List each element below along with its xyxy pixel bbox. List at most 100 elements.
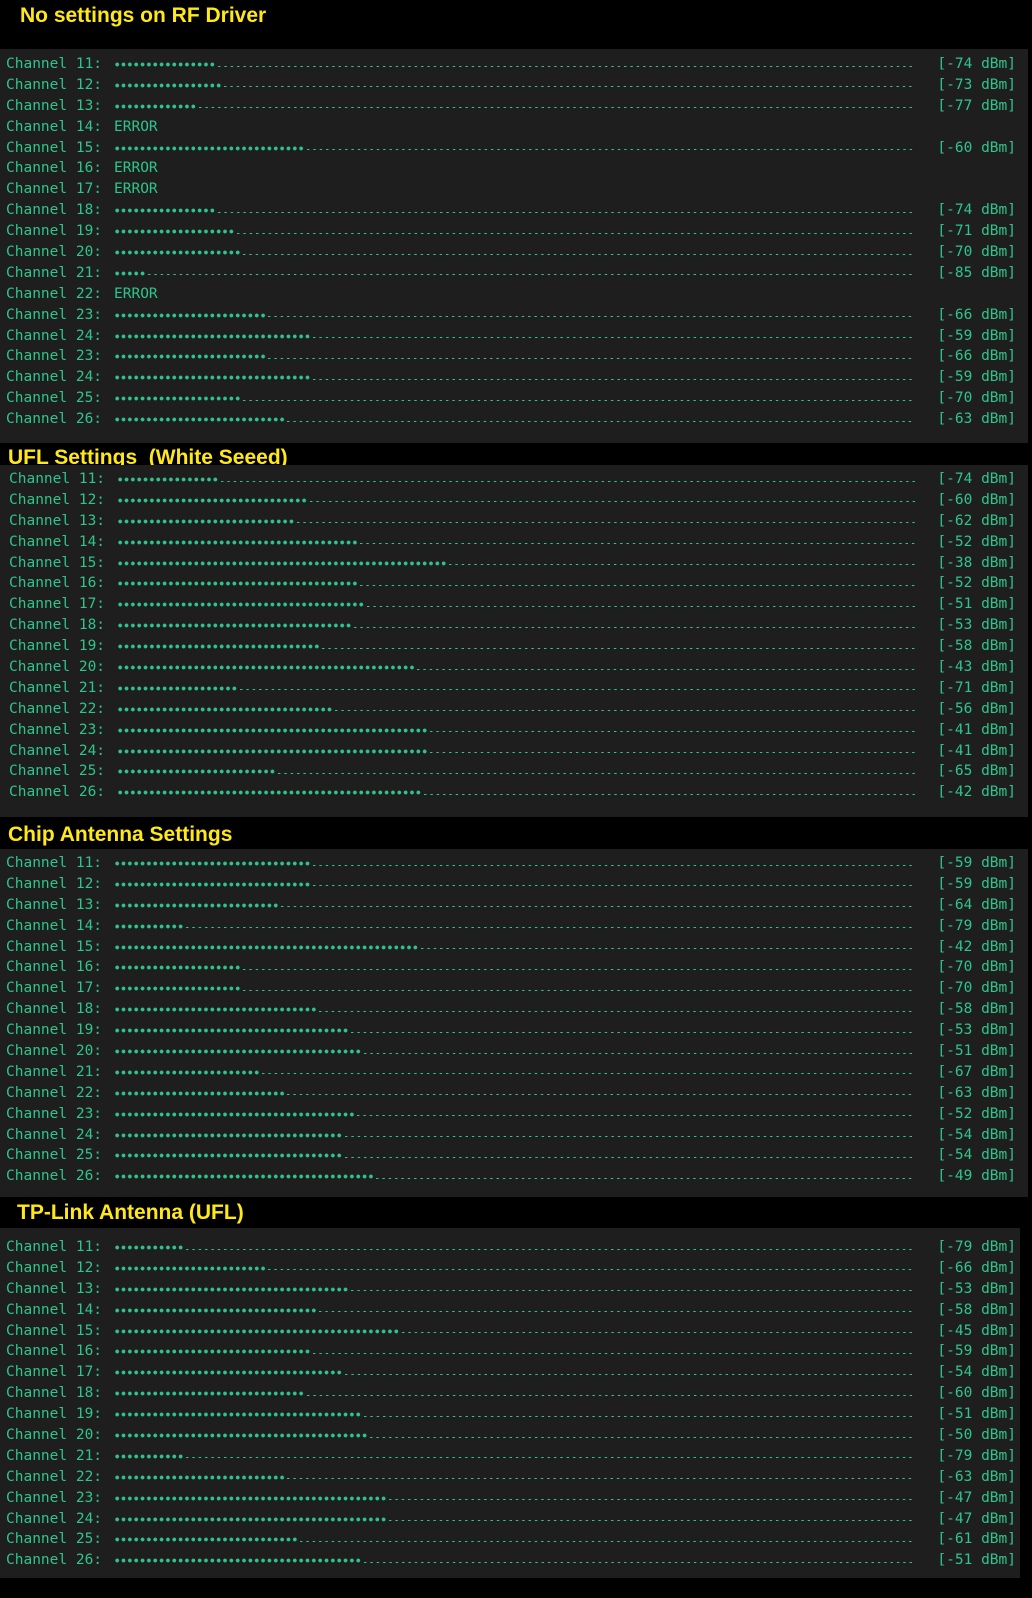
channel-row: Channel 15: [-60 dBm] — [6, 137, 1016, 159]
signal-value: [-74 dBm] — [937, 56, 1016, 72]
signal-bar — [114, 1550, 914, 1572]
channel-label: Channel 11: — [6, 855, 103, 871]
signal-value: [-63 dBm] — [937, 1468, 1016, 1485]
channel-label: Channel 11: — [6, 1239, 103, 1255]
section-title-no-settings: No settings on RF Driver — [20, 4, 267, 27]
signal-value: [-41 dBm] — [937, 742, 1016, 759]
signal-bar-fill — [114, 1529, 299, 1551]
terminal-panel-no-settings: Channel 11: [-74 dBm] Channel 12: [-73 dBm]… — [0, 49, 1028, 443]
signal-value: [-62 dBm] — [937, 512, 1016, 529]
signal-bar-empty — [217, 54, 914, 75]
channel-row: Channel 15: [-38 dBm] — [9, 552, 1016, 574]
signal-value: [-41 dBm] — [937, 721, 1016, 738]
signal-bar-empty — [344, 1362, 914, 1384]
signal-bar — [114, 1445, 914, 1467]
channel-row: Channel 19: [-53 dBm] — [6, 1020, 1016, 1042]
signal-bar-fill — [117, 657, 416, 678]
signal-bar-empty — [217, 200, 914, 222]
signal-bar — [117, 636, 917, 658]
signal-bar-empty — [287, 1466, 914, 1488]
channel-label: Channel 25: — [6, 390, 103, 407]
signal-bar — [117, 531, 917, 553]
channel-label: Channel 20: — [6, 1043, 103, 1060]
channel-row: Channel 18: [-53 dBm] — [9, 615, 1016, 637]
channel-row: Channel 16: [-59 dBm] — [6, 1341, 1016, 1363]
signal-bar — [117, 677, 917, 699]
signal-bar-empty — [353, 615, 917, 637]
channel-label: Channel 22: — [6, 285, 103, 302]
signal-bar-empty — [312, 873, 914, 895]
channel-row: Channel 21: [-85 dBm] — [6, 262, 1016, 284]
channel-row: Channel 11: [-74 dBm] — [6, 54, 1016, 75]
signal-value: [-51 dBm] — [937, 596, 1016, 613]
signal-bar-empty — [322, 636, 917, 658]
signal-bar — [114, 894, 914, 916]
signal-value: [-53 dBm] — [937, 1022, 1016, 1039]
signal-bar-fill — [117, 510, 295, 532]
channel-row: Channel 12: [-59 dBm] — [6, 873, 1016, 895]
signal-bar-empty — [363, 1404, 914, 1426]
signal-bar-fill — [114, 1404, 362, 1426]
signal-bar-empty — [287, 409, 914, 431]
channel-row: Channel 16: ERROR — [6, 158, 1016, 179]
channel-label: Channel 22: — [6, 1468, 103, 1485]
signal-bar — [114, 137, 914, 159]
channel-row: Channel 15: [-45 dBm] — [6, 1320, 1016, 1342]
signal-bar — [114, 221, 914, 243]
channel-row: Channel 25: [-65 dBm] — [9, 761, 1016, 783]
signal-bar-fill — [114, 304, 267, 326]
signal-bar-empty — [306, 137, 914, 159]
channel-label: Channel 20: — [6, 1427, 103, 1444]
signal-value: [-51 dBm] — [937, 1406, 1016, 1423]
channel-row: Channel 22: [-63 dBm] — [6, 1082, 1016, 1104]
channel-label: Channel 24: — [9, 742, 106, 759]
signal-value: [-52 dBm] — [937, 575, 1016, 592]
signal-bar-fill — [114, 367, 311, 389]
channel-label: Channel 16: — [6, 160, 103, 177]
signal-bar — [114, 1341, 914, 1363]
channel-row: Channel 19: [-58 dBm] — [9, 636, 1016, 658]
signal-bar-fill — [114, 325, 311, 347]
channel-row: Channel 15: [-42 dBm] — [6, 936, 1016, 958]
channel-row: Channel 17: [-54 dBm] — [6, 1362, 1016, 1384]
signal-bar-empty — [185, 1445, 914, 1467]
terminal-panel-chip-antenna: Channel 11: [-59 dBm] Channel 12: [-59 dBm]… — [0, 849, 1028, 1197]
signal-bar — [114, 1320, 914, 1342]
signal-bar — [114, 388, 914, 410]
channel-row: Channel 23: [-47 dBm] — [6, 1487, 1016, 1509]
signal-bar-empty — [350, 1278, 914, 1300]
signal-bar-empty — [281, 894, 914, 916]
signal-bar-empty — [243, 388, 914, 410]
signal-bar-fill — [114, 1145, 343, 1167]
signal-bar — [114, 367, 914, 389]
channel-label: Channel 14: — [9, 533, 106, 550]
channel-label: Channel 16: — [6, 1343, 103, 1360]
signal-bar-fill — [114, 915, 184, 937]
channel-label: Channel 20: — [6, 244, 103, 261]
signal-bar-fill — [114, 1425, 368, 1446]
channel-row: Channel 23: [-52 dBm] — [6, 1103, 1016, 1125]
channel-row: Channel 18: [-74 dBm] — [6, 200, 1016, 222]
signal-bar-fill — [114, 936, 419, 958]
signal-value: [-73 dBm] — [937, 76, 1016, 93]
signal-bar-empty — [268, 346, 914, 368]
signal-bar-empty — [363, 1041, 914, 1062]
signal-bar-fill — [114, 1341, 311, 1363]
signal-bar — [114, 957, 914, 979]
signal-bar-empty — [370, 1425, 914, 1446]
signal-bar-empty — [389, 1487, 914, 1509]
channel-label: Channel 18: — [6, 202, 103, 219]
signal-bar-empty — [366, 594, 917, 616]
channel-label: Channel 19: — [6, 1022, 103, 1039]
channel-label: Channel 12: — [6, 1259, 103, 1276]
channel-row: Channel 18: [-58 dBm] — [6, 999, 1016, 1021]
signal-bar-fill — [114, 242, 241, 263]
signal-bar — [114, 242, 914, 263]
signal-bar-fill — [117, 636, 321, 658]
channel-label: Channel 13: — [6, 896, 103, 913]
section-title-chip-antenna: Chip Antenna Settings — [8, 823, 233, 846]
signal-value: [-59 dBm] — [937, 1343, 1016, 1360]
signal-bar-empty — [239, 677, 917, 699]
signal-value: [-52 dBm] — [937, 1105, 1016, 1122]
signal-bar-empty — [344, 1124, 914, 1146]
